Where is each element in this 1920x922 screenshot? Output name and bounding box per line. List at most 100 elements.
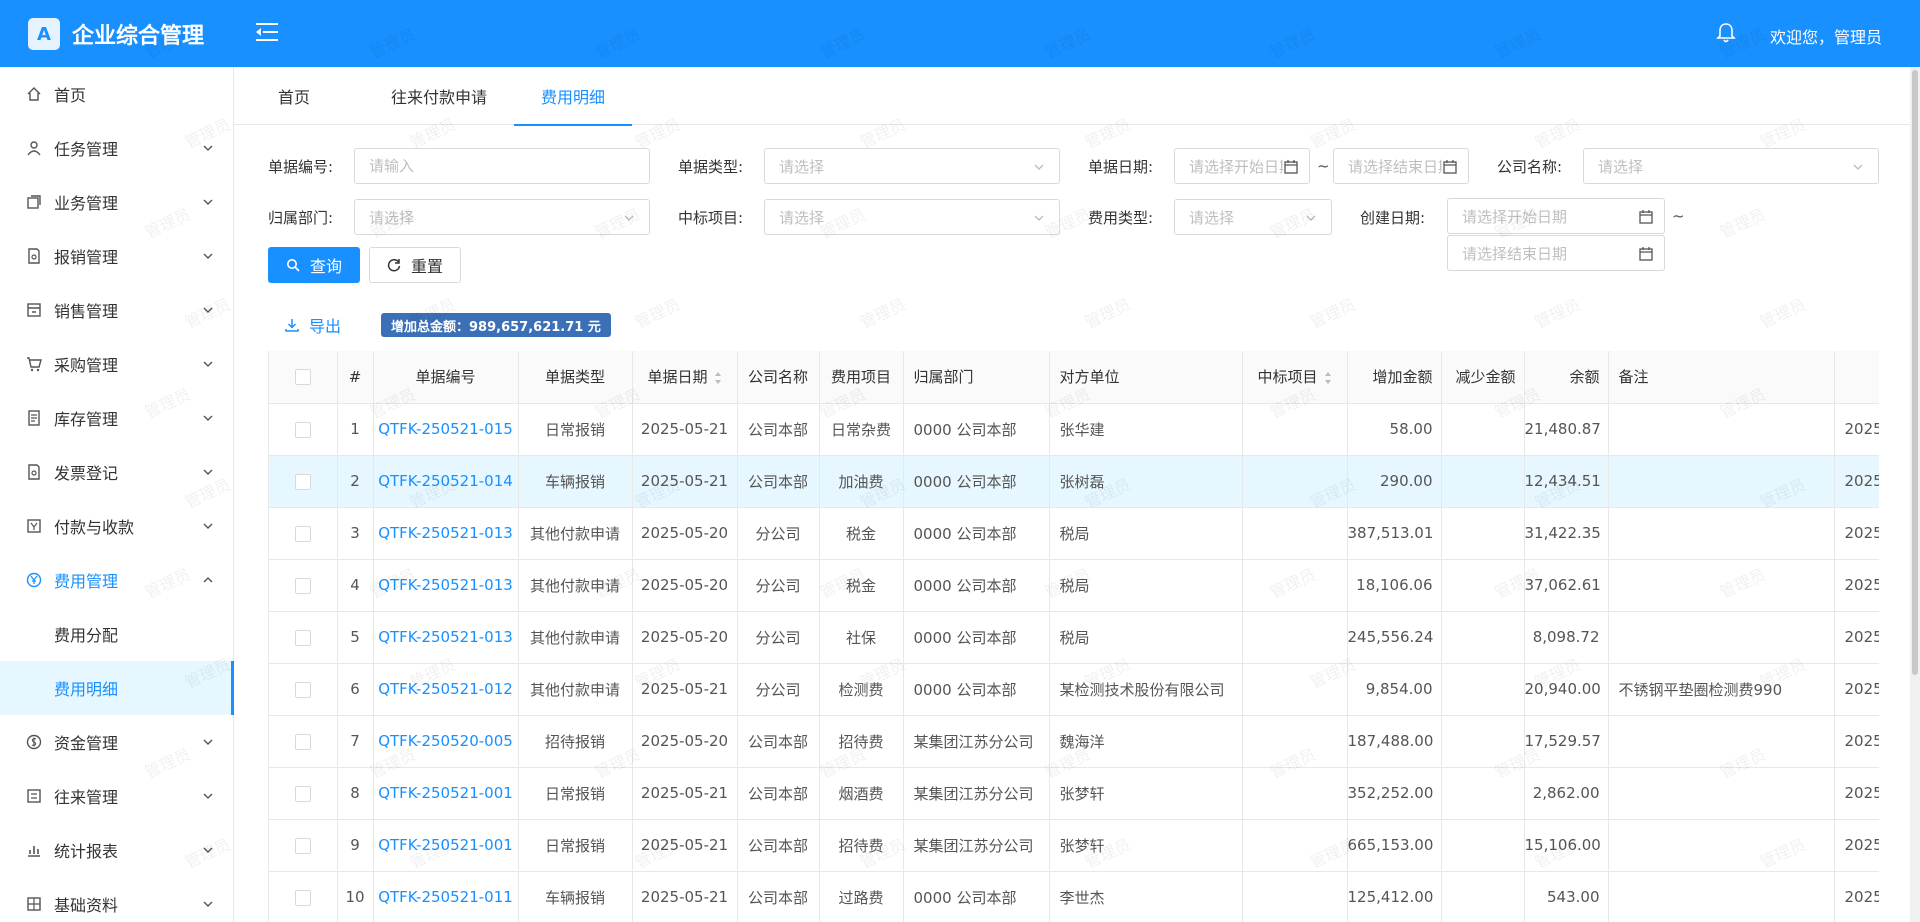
- sort-icon[interactable]: [714, 371, 722, 385]
- table-row[interactable]: 9 QTFK-250521-001 日常报销 2025-05-21 公司本部 招待费 某集团…: [269, 819, 1879, 872]
- row-checkbox[interactable]: [294, 681, 311, 698]
- sidebar-item-expense-detail[interactable]: 费用明细: [0, 661, 234, 715]
- tab-home[interactable]: 首页: [264, 67, 324, 125]
- sidebar-item-label: 基础资料: [54, 896, 119, 915]
- table-row[interactable]: 4 QTFK-250521-013 其他付款申请 2025-05-20 分公司 税金 000…: [269, 559, 1879, 612]
- sidebar-item-business[interactable]: 业务管理: [0, 175, 234, 229]
- cell-company: 分公司: [737, 663, 820, 716]
- sort-icon[interactable]: [1324, 371, 1332, 385]
- cell-n: 4: [337, 559, 374, 612]
- cell-no[interactable]: QTFK-250521-014: [373, 455, 519, 508]
- row-checkbox[interactable]: [294, 525, 311, 542]
- sidebar-item-reports[interactable]: 统计报表: [0, 823, 234, 877]
- tab-expense-detail[interactable]: 费用明细: [514, 67, 632, 126]
- row-select-cell: [269, 559, 338, 612]
- col-header-doc-date[interactable]: 单据日期: [632, 351, 738, 404]
- doc-date-start[interactable]: 请选择开始日期: [1174, 148, 1310, 184]
- welcome-text[interactable]: 欢迎您，管理员: [1770, 24, 1882, 48]
- calendar-icon: [1283, 159, 1299, 175]
- sidebar-item-inventory[interactable]: 库存管理: [0, 391, 234, 445]
- cell-n: 6: [337, 663, 374, 716]
- table-row[interactable]: 7 QTFK-250520-005 招待报销 2025-05-20 公司本部 招待费 某集团…: [269, 715, 1879, 768]
- cell-no[interactable]: QTFK-250521-013: [373, 507, 519, 560]
- sidebar-item-reimburse[interactable]: 报销管理: [0, 229, 234, 283]
- chevron-down-icon: [1034, 215, 1044, 221]
- select-all-checkbox[interactable]: [294, 369, 311, 386]
- reset-button-label: 重置: [410, 257, 443, 276]
- bell-icon[interactable]: [1716, 22, 1736, 44]
- chevron-down-icon: [203, 199, 213, 205]
- table-row[interactable]: 8 QTFK-250521-001 日常报销 2025-05-21 公司本部 烟酒费 某集团…: [269, 767, 1879, 820]
- sidebar-item-payment[interactable]: 付款与收款: [0, 499, 234, 553]
- cell-inc: 187,488.00: [1347, 715, 1442, 768]
- cell-no[interactable]: QTFK-250521-012: [373, 663, 519, 716]
- row-checkbox[interactable]: [294, 577, 311, 594]
- reset-button[interactable]: 重置: [369, 247, 461, 283]
- cell-no[interactable]: QTFK-250520-005: [373, 715, 519, 768]
- sidebar-item-purchase[interactable]: 采购管理: [0, 337, 234, 391]
- row-checkbox[interactable]: [294, 837, 311, 854]
- company-select[interactable]: 请选择: [1583, 148, 1879, 184]
- watermark-text: 管理员: [1757, 294, 1809, 333]
- cell-dept: 0000 公司本部: [903, 559, 1050, 612]
- table-row[interactable]: 2 QTFK-250521-014 车辆报销 2025-05-21 公司本部 加油费 000…: [269, 455, 1879, 508]
- table-row[interactable]: 3 QTFK-250521-013 其他付款申请 2025-05-20 分公司 税金 000…: [269, 507, 1879, 560]
- cell-company: 分公司: [737, 507, 820, 560]
- cell-bal: 15,106.00: [1524, 819, 1609, 872]
- col-header-created: 创: [1834, 351, 1879, 404]
- sidebar-item-home[interactable]: 首页: [0, 67, 234, 121]
- row-checkbox[interactable]: [294, 421, 311, 438]
- tab-bar: 首页 往来付款申请 费用明细: [234, 67, 1920, 126]
- doc-type-select[interactable]: 请选择: [764, 148, 1060, 184]
- sidebar-item-expense[interactable]: 费用管理: [0, 553, 234, 607]
- sidebar-item-accounts[interactable]: 往来管理: [0, 769, 234, 823]
- cell-note: [1608, 767, 1835, 820]
- row-checkbox[interactable]: [294, 629, 311, 646]
- col-header-party: 对方单位: [1049, 351, 1243, 404]
- project-select[interactable]: 请选择: [764, 199, 1060, 235]
- row-checkbox[interactable]: [294, 785, 311, 802]
- cell-no[interactable]: QTFK-250521-013: [373, 611, 519, 664]
- create-date-start[interactable]: 请选择开始日期: [1447, 198, 1665, 234]
- fee-type-select[interactable]: 请选择: [1174, 199, 1332, 235]
- col-header-project[interactable]: 中标项目: [1242, 351, 1348, 404]
- query-button[interactable]: 查询: [268, 247, 360, 283]
- cell-no[interactable]: QTFK-250521-001: [373, 767, 519, 820]
- cell-date: 2025-05-20: [632, 559, 738, 612]
- cell-no[interactable]: QTFK-250521-011: [373, 871, 519, 922]
- cell-no[interactable]: QTFK-250521-013: [373, 559, 519, 612]
- date-range-separator: ~: [1672, 207, 1685, 225]
- sidebar-item-basic-data[interactable]: 基础资料: [0, 877, 234, 922]
- create-date-end[interactable]: 请选择结束日期: [1447, 235, 1665, 271]
- cell-item: 招待费: [819, 715, 904, 768]
- row-checkbox[interactable]: [294, 733, 311, 750]
- table-row[interactable]: 6 QTFK-250521-012 其他付款申请 2025-05-21 分公司 检测费 00…: [269, 663, 1879, 716]
- page-scrollbar-thumb[interactable]: [1912, 70, 1918, 675]
- cell-note: [1608, 611, 1835, 664]
- table-row[interactable]: 5 QTFK-250521-013 其他付款申请 2025-05-20 分公司 社保 000…: [269, 611, 1879, 664]
- row-checkbox[interactable]: [294, 473, 311, 490]
- inventory-icon: [28, 410, 40, 426]
- doc-date-end-placeholder: 请选择结束日期: [1348, 157, 1454, 176]
- table-row[interactable]: 1 QTFK-250521-015 日常报销 2025-05-21 公司本部 日常杂费 00…: [269, 403, 1879, 456]
- export-button[interactable]: 导出: [285, 313, 341, 337]
- sidebar-item-tasks[interactable]: 任务管理: [0, 121, 234, 175]
- table-row[interactable]: 10 QTFK-250521-011 车辆报销 2025-05-21 公司本部 过路费 00…: [269, 871, 1879, 922]
- tab-payment-request[interactable]: 往来付款申请: [374, 67, 504, 125]
- menu-collapse-icon[interactable]: [254, 20, 280, 44]
- cell-no[interactable]: QTFK-250521-015: [373, 403, 519, 456]
- sidebar-item-funds[interactable]: 资金管理: [0, 715, 234, 769]
- cell-project: [1242, 871, 1348, 922]
- doc-no-input[interactable]: [354, 148, 650, 184]
- sidebar-item-sales[interactable]: 销售管理: [0, 283, 234, 337]
- cell-no[interactable]: QTFK-250521-001: [373, 819, 519, 872]
- row-checkbox[interactable]: [294, 889, 311, 906]
- dept-select[interactable]: 请选择: [354, 199, 650, 235]
- cell-created: 2025-0: [1834, 455, 1879, 508]
- sidebar-item-invoice[interactable]: 发票登记: [0, 445, 234, 499]
- chevron-down-icon: [203, 739, 213, 745]
- doc-date-end[interactable]: 请选择结束日期: [1333, 148, 1469, 184]
- sidebar-item-expense-allocation[interactable]: 费用分配: [0, 607, 234, 661]
- cell-company: 分公司: [737, 611, 820, 664]
- cell-item: 社保: [819, 611, 904, 664]
